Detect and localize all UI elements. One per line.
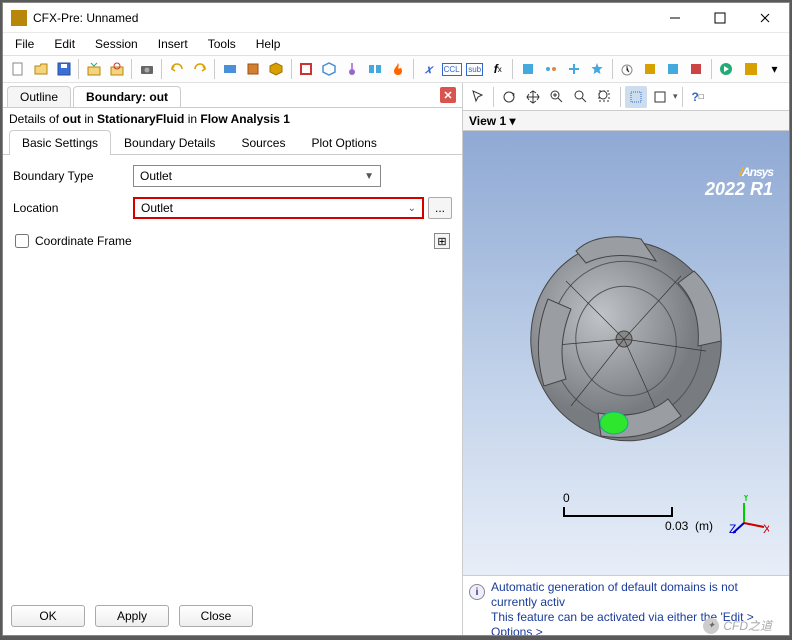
app-icon [11, 10, 27, 26]
output-icon[interactable] [640, 58, 661, 80]
detail-tabs: Basic Settings Boundary Details Sources … [3, 130, 462, 155]
menu-insert[interactable]: Insert [150, 35, 196, 53]
expand-icon[interactable]: ⊞ [434, 233, 450, 249]
svg-text:X: X [763, 522, 769, 535]
menu-edit[interactable]: Edit [46, 35, 83, 53]
new-icon[interactable] [7, 58, 28, 80]
menu-tools[interactable]: Tools [200, 35, 244, 53]
close-window-button[interactable] [742, 4, 787, 32]
source-point-icon[interactable] [342, 58, 363, 80]
ok-button[interactable]: OK [11, 605, 85, 627]
fit-icon[interactable] [594, 86, 616, 108]
tab-outline[interactable]: Outline [7, 86, 71, 107]
location-label: Location [13, 201, 133, 215]
snapshot-icon[interactable] [136, 58, 157, 80]
menu-help[interactable]: Help [248, 35, 289, 53]
tab-sources[interactable]: Sources [228, 130, 298, 155]
undo-icon[interactable] [166, 58, 187, 80]
close-button[interactable]: Close [179, 605, 253, 627]
tab-boundary[interactable]: Boundary: out [73, 86, 181, 107]
sub-icon[interactable]: sub [464, 58, 485, 80]
expression-icon[interactable]: 𝑥 [418, 58, 439, 80]
location-dropdown[interactable]: Outlet⌄ [133, 197, 424, 219]
ansys-logo: /Ansys 2022 R1 [705, 151, 773, 200]
ccl-icon[interactable]: CCL [441, 58, 462, 80]
tab-boundary-details[interactable]: Boundary Details [111, 130, 228, 155]
coord-frame-check-input[interactable] [15, 234, 29, 248]
tree-tabs: Outline Boundary: out ✕ [3, 83, 462, 107]
form-area: Boundary Type Outlet▼ Location Outlet⌄ .… [3, 155, 462, 597]
close-tab-icon[interactable]: ✕ [440, 87, 456, 103]
subdomain-icon[interactable] [319, 58, 340, 80]
highlight-icon[interactable] [625, 86, 647, 108]
reload-mesh-icon[interactable] [106, 58, 127, 80]
details-header: Details of out in StationaryFluid in Flo… [3, 107, 462, 130]
render-icon[interactable] [649, 86, 671, 108]
rotate-icon[interactable] [498, 86, 520, 108]
solve-icon[interactable] [741, 58, 762, 80]
domain-icon[interactable] [243, 58, 264, 80]
scale-bar: 0 0.03 (m) [563, 491, 713, 533]
boundary-type-label: Boundary Type [13, 169, 133, 183]
adapt-icon[interactable] [686, 58, 707, 80]
apply-button[interactable]: Apply [95, 605, 169, 627]
watermark-icon: ✦ [703, 618, 719, 634]
geometry-model [516, 221, 736, 461]
pan-icon[interactable] [522, 86, 544, 108]
info-icon: i [469, 584, 485, 600]
chevron-down-icon: ⌄ [408, 203, 416, 214]
main-toolbar: 𝑥 CCL sub fx ▾ [3, 55, 789, 83]
maximize-button[interactable] [697, 4, 742, 32]
menubar: File Edit Session Insert Tools Help [3, 33, 789, 55]
chevron-down-icon: ▼ [364, 171, 374, 182]
open-icon[interactable] [30, 58, 51, 80]
left-panel: Outline Boundary: out ✕ Details of out i… [3, 83, 463, 635]
svg-text:Z: Z [729, 522, 736, 535]
tab-plot-options[interactable]: Plot Options [298, 130, 389, 155]
box-icon[interactable] [266, 58, 287, 80]
viewport-3d[interactable]: /Ansys 2022 R1 [463, 131, 789, 575]
monitor-icon[interactable] [663, 58, 684, 80]
import-mesh-icon[interactable] [83, 58, 104, 80]
boundary-type-dropdown[interactable]: Outlet▼ [133, 165, 381, 187]
menu-file[interactable]: File [7, 35, 42, 53]
interface-icon[interactable] [365, 58, 386, 80]
view-header[interactable]: View 1 ▾ [463, 111, 789, 131]
bottom-buttons: OK Apply Close [3, 597, 462, 635]
run-icon[interactable] [716, 58, 737, 80]
minimize-button[interactable] [652, 4, 697, 32]
axis-triad-icon: Y X Z [729, 495, 769, 535]
chevron-down-icon: ▾ [509, 114, 515, 128]
zoom-in-icon[interactable] [546, 86, 568, 108]
svg-text:Y: Y [742, 495, 750, 504]
plus-icon[interactable] [563, 58, 584, 80]
analysis-icon[interactable] [219, 58, 240, 80]
fire-icon[interactable] [388, 58, 409, 80]
titlebar: CFX-Pre: Unnamed [3, 3, 789, 33]
menu-session[interactable]: Session [87, 35, 146, 53]
stopwatch-icon[interactable] [617, 58, 638, 80]
star-icon[interactable] [586, 58, 607, 80]
dropdown-icon[interactable]: ▾ [764, 58, 785, 80]
location-browse-button[interactable]: ... [428, 197, 452, 219]
boundary-icon[interactable] [296, 58, 317, 80]
reaction-icon[interactable] [540, 58, 561, 80]
zoom-box-icon[interactable] [570, 86, 592, 108]
material-icon[interactable] [517, 58, 538, 80]
coord-frame-checkbox[interactable]: Coordinate Frame [15, 234, 132, 248]
help-icon[interactable]: ?□ [687, 86, 709, 108]
view-toolbar: ▾ ?□ [463, 83, 789, 111]
select-icon[interactable] [467, 86, 489, 108]
save-icon[interactable] [53, 58, 74, 80]
tab-basic-settings[interactable]: Basic Settings [9, 130, 111, 155]
redo-icon[interactable] [189, 58, 210, 80]
window-title: CFX-Pre: Unnamed [33, 11, 652, 25]
watermark: ✦ CFD之道 [703, 617, 772, 634]
fx-icon[interactable]: fx [487, 58, 508, 80]
right-panel: ▾ ?□ View 1 ▾ /Ansys 2022 R1 [463, 83, 789, 635]
